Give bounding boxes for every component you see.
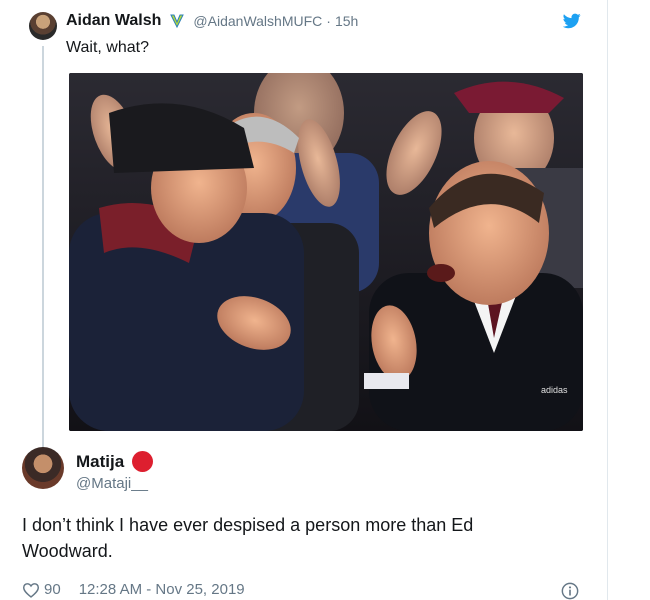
quoted-tweet-text: Wait, what? (66, 39, 149, 56)
tweet-footer: 90 12:28 AM - Nov 25, 2019 (22, 581, 245, 598)
reply-author-name[interactable]: Matija (76, 452, 124, 472)
jacket-brand-text: adidas (541, 385, 568, 395)
badge-icon (170, 14, 185, 29)
heart-icon[interactable] (22, 582, 40, 598)
reply-author-handle[interactable]: @Mataji__ (76, 475, 148, 492)
quoted-tweet-time[interactable]: 15h (335, 13, 358, 29)
separator-dot: · (326, 13, 331, 29)
reply-author-row: Matija (76, 451, 154, 472)
quoted-author-name[interactable]: Aidan Walsh (66, 12, 161, 30)
reply-tweet-text: I don’t think I have ever despised a per… (22, 515, 474, 561)
tweet-photo[interactable]: adidas (69, 73, 583, 431)
quoted-author-avatar[interactable] (29, 12, 57, 40)
quoted-tweet-header: Aidan Walsh @AidanWalshMUFC · 15h (66, 12, 358, 30)
card-border (607, 0, 608, 600)
like-count[interactable]: 90 (44, 581, 61, 598)
reply-author-avatar[interactable] (22, 447, 64, 489)
info-icon[interactable] (561, 582, 579, 600)
twitter-bird-icon[interactable] (563, 13, 581, 29)
quoted-author-handle[interactable]: @AidanWalshMUFC (193, 13, 322, 29)
thread-line (42, 46, 44, 450)
red-circle-emoji (132, 451, 154, 472)
tweet-timestamp[interactable]: 12:28 AM - Nov 25, 2019 (79, 581, 245, 598)
